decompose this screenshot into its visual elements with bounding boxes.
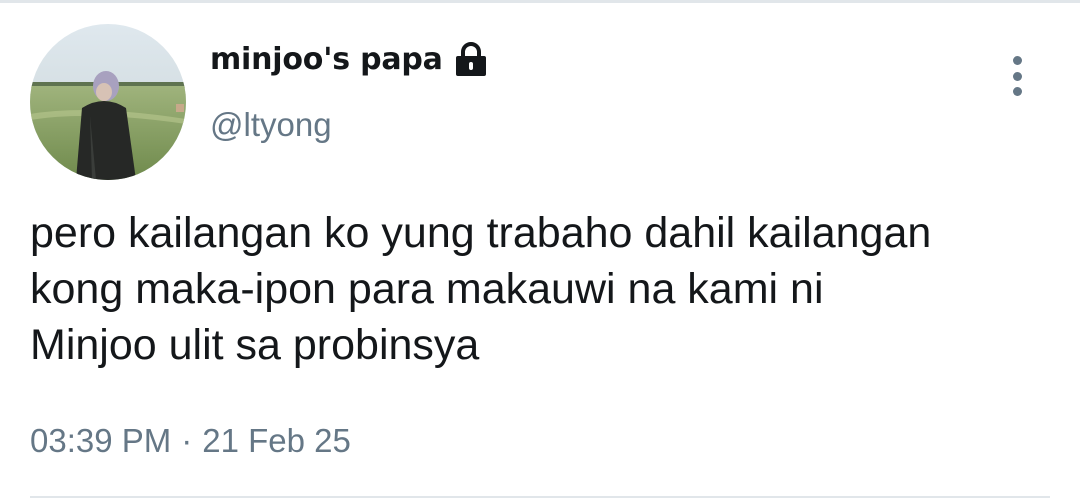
top-divider [0, 0, 1080, 3]
avatar[interactable] [30, 24, 186, 180]
author-handle[interactable]: @ltyong [210, 106, 332, 144]
tweet-text-line: kong maka-ipon para makauwi na kami ni [30, 265, 824, 313]
tweet-timestamp[interactable]: 03:39 PM · 21 Feb 25 [30, 422, 351, 460]
more-options-button[interactable] [1000, 54, 1034, 98]
tweet-time: 03:39 PM [30, 422, 172, 459]
more-vertical-icon [1012, 87, 1022, 96]
avatar-photo [30, 24, 186, 180]
tweet-text-line: Minjoo ulit sa probinsya [30, 321, 480, 369]
author-display-name[interactable]: minjoo's papa [210, 42, 443, 77]
more-vertical-icon [1012, 56, 1022, 65]
tweet-date: 21 Feb 25 [202, 422, 351, 459]
bottom-divider [30, 496, 1050, 498]
author-name-row[interactable]: minjoo's papa [210, 41, 489, 77]
timestamp-separator: · [181, 422, 193, 459]
tweet-text: pero kailangan ko yung trabaho dahil kai… [30, 205, 1060, 373]
tweet-text-line: pero kailangan ko yung trabaho dahil kai… [30, 209, 932, 257]
lock-icon [453, 41, 489, 77]
more-vertical-icon [1012, 71, 1022, 81]
